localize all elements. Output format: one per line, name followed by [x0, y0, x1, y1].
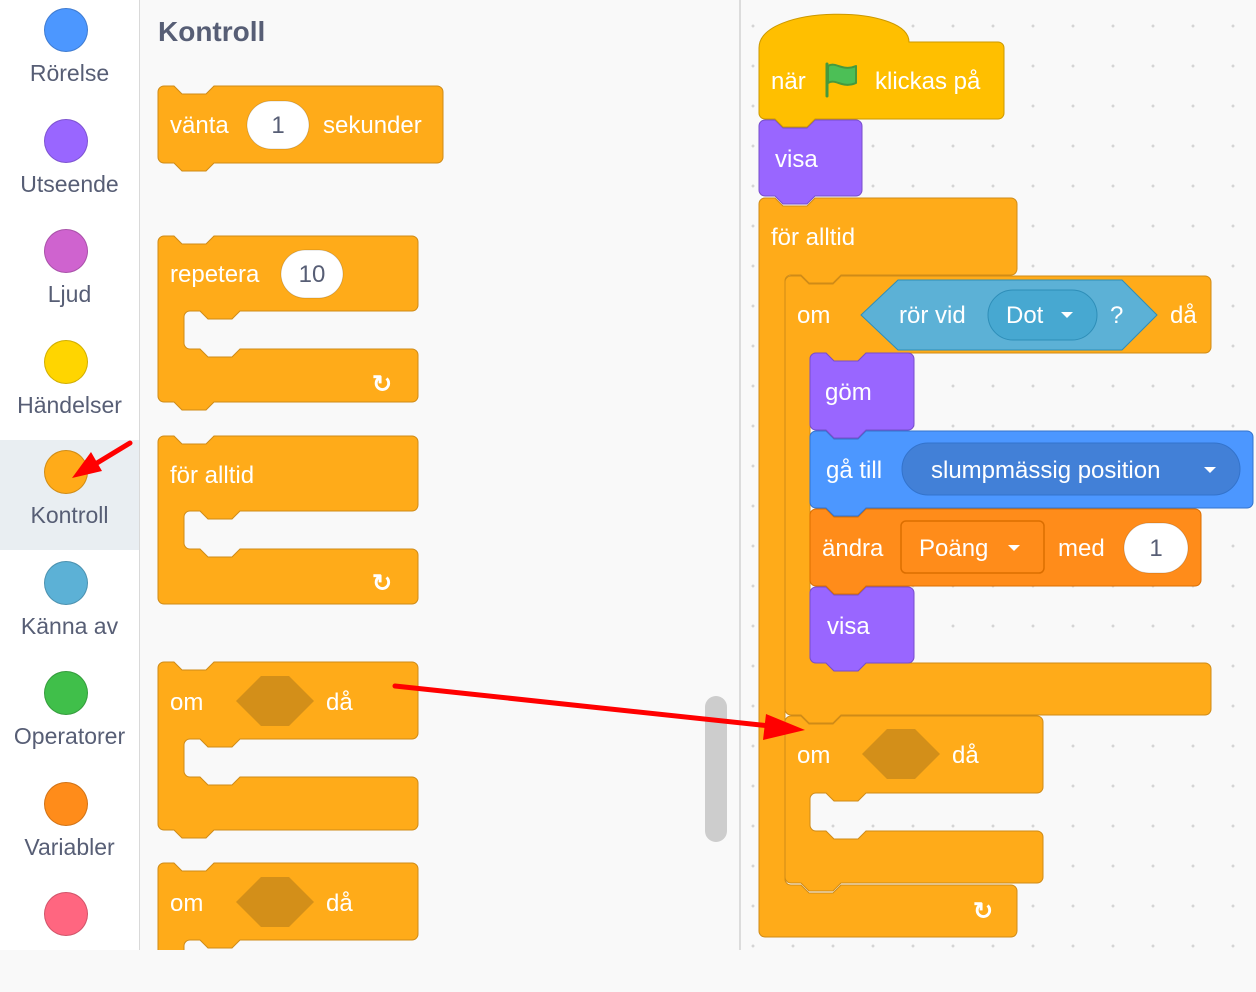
goto-target-dropdown[interactable]: slumpmässig position [901, 442, 1241, 496]
if-label: om [797, 302, 830, 329]
show-label: visa [827, 613, 870, 640]
script-show-block[interactable]: visa [809, 586, 915, 672]
category-händelser[interactable]: Händelser [0, 330, 139, 440]
wait-label: vänta [170, 112, 229, 139]
repeat-count-input-value: 10 [299, 261, 326, 288]
loop-arrow-icon: ↻ [372, 371, 392, 398]
category-label: Utseende [20, 170, 119, 197]
events-category-icon [44, 339, 88, 384]
wait-seconds-input-value: 1 [271, 112, 284, 139]
category-label: Händelser [17, 391, 122, 418]
then-label: då [952, 742, 979, 769]
clicked-label: klickas på [875, 68, 981, 95]
touching-sprite-predicate[interactable]: rör vid Dot? [860, 279, 1158, 351]
change-amount-input[interactable]: 1 [1123, 522, 1189, 574]
operators-category-icon [44, 671, 88, 715]
category-label: Operatorer [13, 723, 126, 749]
category-känna-av[interactable]: Känna av [0, 551, 139, 661]
touching-target-dropdown[interactable]: Dot [987, 289, 1098, 341]
category-utseende[interactable]: Utseende [0, 109, 139, 219]
wait-seconds-input[interactable]: 1 [246, 100, 310, 150]
seconds-label: sekunder [323, 112, 422, 139]
forever-label: för alltid [170, 462, 254, 489]
script-show-block[interactable]: visa [758, 119, 863, 205]
category-label: Variabler [24, 833, 115, 860]
when-label: när [771, 68, 806, 95]
repeat-count-input[interactable]: 10 [280, 249, 344, 299]
category-label: Ljud [47, 281, 92, 307]
goto-target-value: slumpmässig position [931, 457, 1160, 484]
if-label: om [170, 689, 203, 716]
motion-category-icon [44, 8, 88, 52]
category-label: Rörelse [29, 60, 110, 86]
goto-label: gå till [826, 457, 882, 484]
sensing-category-icon [44, 560, 88, 605]
show-label: visa [775, 146, 818, 173]
sound-category-icon [44, 229, 88, 273]
variables-category-icon [44, 781, 88, 826]
touching-target-value: Dot [1006, 302, 1044, 329]
if-label: om [170, 890, 203, 917]
variable-name: Poäng [919, 535, 988, 562]
then-label: då [326, 890, 353, 917]
palette-title: Kontroll [158, 16, 266, 47]
script-hide-block[interactable]: göm [809, 352, 915, 439]
touching-label: rör vid [899, 302, 966, 329]
block-if-then[interactable]: om då [157, 862, 419, 950]
hide-label: göm [825, 379, 872, 406]
category-label: Känna av [20, 612, 119, 639]
change-amount-input-value: 1 [1149, 535, 1162, 562]
script-goto-block[interactable]: gå till slumpmässig position [809, 430, 1254, 517]
by-label: med [1058, 535, 1105, 562]
then-label: då [1170, 302, 1197, 329]
repeat-label: repetera [170, 261, 260, 288]
loop-arrow-icon: ↻ [973, 898, 993, 925]
forever-label: för alltid [771, 224, 855, 251]
script-change-variable-block[interactable]: ändra Poäng med 1 [809, 508, 1202, 595]
question-mark-label: ? [1110, 302, 1123, 329]
category-menu: Rörelse Utseende Ljud Händelser Kontroll Känn… [0, 0, 140, 950]
looks-category-icon [44, 118, 88, 163]
block-wait-seconds[interactable]: vänta 1 sekunder [157, 85, 444, 172]
category-my-blocks[interactable] [0, 882, 139, 992]
category-variabler[interactable]: Variabler [0, 772, 139, 882]
change-label: ändra [822, 535, 884, 562]
loop-arrow-icon: ↻ [372, 570, 392, 597]
then-label: då [326, 689, 353, 716]
variable-dropdown[interactable]: Poäng [900, 520, 1045, 574]
category-rörelse[interactable]: Rörelse [0, 0, 139, 108]
category-kontroll[interactable]: Kontroll [0, 440, 139, 550]
category-label: Kontroll [30, 502, 109, 528]
category-operatorer[interactable]: Operatorer [0, 661, 139, 771]
category-ljud[interactable]: Ljud [0, 219, 139, 329]
if-label: om [797, 742, 830, 769]
my-blocks-category-icon [44, 892, 88, 936]
